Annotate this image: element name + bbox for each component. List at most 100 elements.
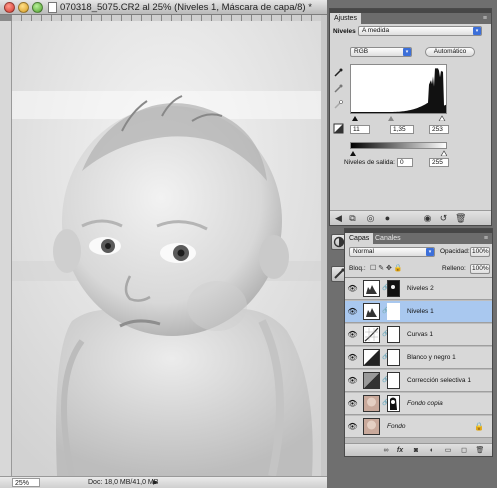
panel-menu-icon[interactable]: ≡ xyxy=(483,13,487,24)
input-gamma-field[interactable]: 1,35 xyxy=(390,125,414,134)
layer-row[interactable]: 👁 🔗 Blanco y negro 1 xyxy=(345,347,492,369)
histogram xyxy=(350,64,447,114)
layer-row[interactable]: 👁 Fondo 🔒 xyxy=(345,416,492,438)
eye-icon[interactable]: 👁 xyxy=(347,283,358,294)
opacity-label: Opacidad: xyxy=(440,248,470,255)
input-black-field[interactable]: 11 xyxy=(350,125,370,134)
back-arrow-icon[interactable]: ◀ xyxy=(333,213,344,224)
clip-warning-icon[interactable] xyxy=(333,123,344,134)
eye-icon[interactable]: 👁 xyxy=(347,352,358,363)
black-eyedropper-icon[interactable] xyxy=(333,67,344,78)
zoom-button[interactable] xyxy=(32,2,43,13)
gray-eyedropper-icon[interactable] xyxy=(333,83,344,94)
layers-list: 👁 🔗 Niveles 2 👁 🔗 Niveles 1 👁 🔗 Curvas 1… xyxy=(345,277,492,443)
input-levels-slider[interactable] xyxy=(350,115,447,121)
layer-name: Niveles 1 xyxy=(407,308,434,315)
layer-name: Niveles 2 xyxy=(407,285,434,292)
expand-view-icon[interactable]: ⧉ xyxy=(347,213,358,224)
layers-footer: ∞ fx ◙ ◐ ▭ ◻ 🗑 xyxy=(345,443,492,456)
blend-mode-select[interactable]: Normal ▾ xyxy=(349,247,435,257)
layer-mask-thumbnail[interactable] xyxy=(387,326,400,343)
adjustments-footer: ◀ ⧉ ◎ ● ◉ ↺ 🗑 xyxy=(330,210,491,225)
layer-name: Fondo xyxy=(387,423,406,430)
layer-row[interactable]: 👁 🔗 Niveles 1 xyxy=(345,301,492,323)
document-icon xyxy=(48,2,57,13)
layer-style-icon[interactable]: fx xyxy=(395,446,405,455)
layers-menu-icon[interactable]: ≡ xyxy=(484,233,488,244)
layer-name: Corrección selectiva 1 xyxy=(407,377,471,384)
output-levels-label: Niveles de salida: xyxy=(344,159,395,166)
status-bar: 25% Doc: 18,0 MB/41,0 MB ▶ xyxy=(0,476,327,488)
document-titlebar[interactable]: 070318_5075.CR2 al 25% (Niveles 1, Másca… xyxy=(0,0,327,15)
layer-row[interactable]: 👁 🔗 Fondo copia xyxy=(345,393,492,415)
minimize-button[interactable] xyxy=(18,2,29,13)
photo-thumbnail xyxy=(363,395,380,412)
levels-adjustment-thumbnail xyxy=(363,280,380,297)
histogram-bars xyxy=(351,68,446,113)
layer-name: Curvas 1 xyxy=(407,331,434,338)
photo-thumbnail xyxy=(363,418,380,435)
trash-icon[interactable]: 🗑 xyxy=(455,213,466,224)
opacity-field[interactable]: 100% xyxy=(470,247,490,257)
status-menu-arrow[interactable]: ▶ xyxy=(153,479,158,486)
eye-icon[interactable]: 👁 xyxy=(347,329,358,340)
levels-adjustment-thumbnail xyxy=(363,303,380,320)
layer-name: Blanco y negro 1 xyxy=(407,354,456,361)
layer-row[interactable]: 👁 🔗 Curvas 1 xyxy=(345,324,492,346)
baby-photo xyxy=(12,21,321,476)
layer-mask-thumbnail[interactable] xyxy=(387,349,400,366)
visibility-eye-icon[interactable]: ● xyxy=(382,213,393,224)
chevron-down-icon: ▾ xyxy=(473,27,481,35)
adjustments-panel: Ajustes ≡ Niveles A medida ▾ RGB ▾ Automát… xyxy=(329,8,492,226)
white-eyedropper-icon[interactable] xyxy=(333,99,344,110)
lock-icon: 🔒 xyxy=(474,422,484,431)
adjustment-type-label: Niveles xyxy=(333,28,356,35)
eye-icon[interactable]: 👁 xyxy=(347,398,358,409)
chevron-down-icon: ▾ xyxy=(426,248,434,256)
add-mask-icon[interactable]: ◙ xyxy=(411,446,421,455)
auto-button[interactable]: Automático xyxy=(425,47,475,57)
layer-mask-thumbnail[interactable] xyxy=(387,280,400,297)
chevron-down-icon: ▾ xyxy=(403,48,411,56)
layer-mask-thumbnail[interactable] xyxy=(387,395,400,412)
eye-icon[interactable]: 👁 xyxy=(347,306,358,317)
new-layer-icon[interactable]: ◻ xyxy=(459,446,469,455)
image-canvas[interactable] xyxy=(12,21,321,476)
selective-color-thumbnail xyxy=(363,372,380,389)
output-white-field[interactable]: 255 xyxy=(429,158,449,167)
close-button[interactable] xyxy=(4,2,15,13)
eye-icon[interactable]: 👁 xyxy=(347,421,358,432)
curves-adjustment-thumbnail xyxy=(363,326,380,343)
fill-field[interactable]: 100% xyxy=(470,264,490,274)
eye-icon[interactable]: 👁 xyxy=(347,375,358,386)
link-layers-icon[interactable]: ∞ xyxy=(381,446,391,455)
layer-mask-thumbnail[interactable] xyxy=(387,372,400,389)
tab-canales[interactable]: Canales xyxy=(371,233,405,244)
clip-to-layer-icon[interactable]: ◎ xyxy=(365,213,376,224)
reset-icon[interactable]: ↺ xyxy=(438,213,449,224)
layer-row[interactable]: 👁 🔗 Corrección selectiva 1 xyxy=(345,370,492,392)
output-levels-slider[interactable] xyxy=(350,150,447,156)
new-group-icon[interactable]: ▭ xyxy=(443,446,453,455)
output-gradient xyxy=(350,142,447,149)
lock-label: Bloq.: xyxy=(349,265,366,272)
preset-select[interactable]: A medida ▾ xyxy=(358,26,482,36)
input-white-field[interactable]: 253 xyxy=(429,125,449,134)
document-title: 070318_5075.CR2 al 25% (Niveles 1, Másca… xyxy=(60,2,312,13)
layer-mask-thumbnail[interactable] xyxy=(387,303,400,320)
output-black-field[interactable]: 0 xyxy=(397,158,413,167)
black-white-adjustment-thumbnail xyxy=(363,349,380,366)
zoom-field[interactable]: 25% xyxy=(12,478,40,487)
view-previous-icon[interactable]: ◉ xyxy=(422,213,433,224)
tab-ajustes[interactable]: Ajustes xyxy=(330,13,361,24)
layer-row[interactable]: 👁 🔗 Niveles 2 xyxy=(345,278,492,300)
tab-capas[interactable]: Capas xyxy=(345,233,374,244)
trash-icon[interactable]: 🗑 xyxy=(475,446,485,455)
layers-panel: Capas Canales ≡ Normal ▾ Opacidad: 100% B… xyxy=(344,228,493,457)
new-adjustment-icon[interactable]: ◐ xyxy=(427,446,437,455)
histogram-graph xyxy=(351,68,446,113)
channel-select[interactable]: RGB ▾ xyxy=(350,47,412,57)
layer-name: Fondo copia xyxy=(407,400,443,407)
fill-label: Relleno: xyxy=(442,265,466,272)
lock-options[interactable]: ☐ ✎ ✥ 🔒 xyxy=(370,264,430,273)
